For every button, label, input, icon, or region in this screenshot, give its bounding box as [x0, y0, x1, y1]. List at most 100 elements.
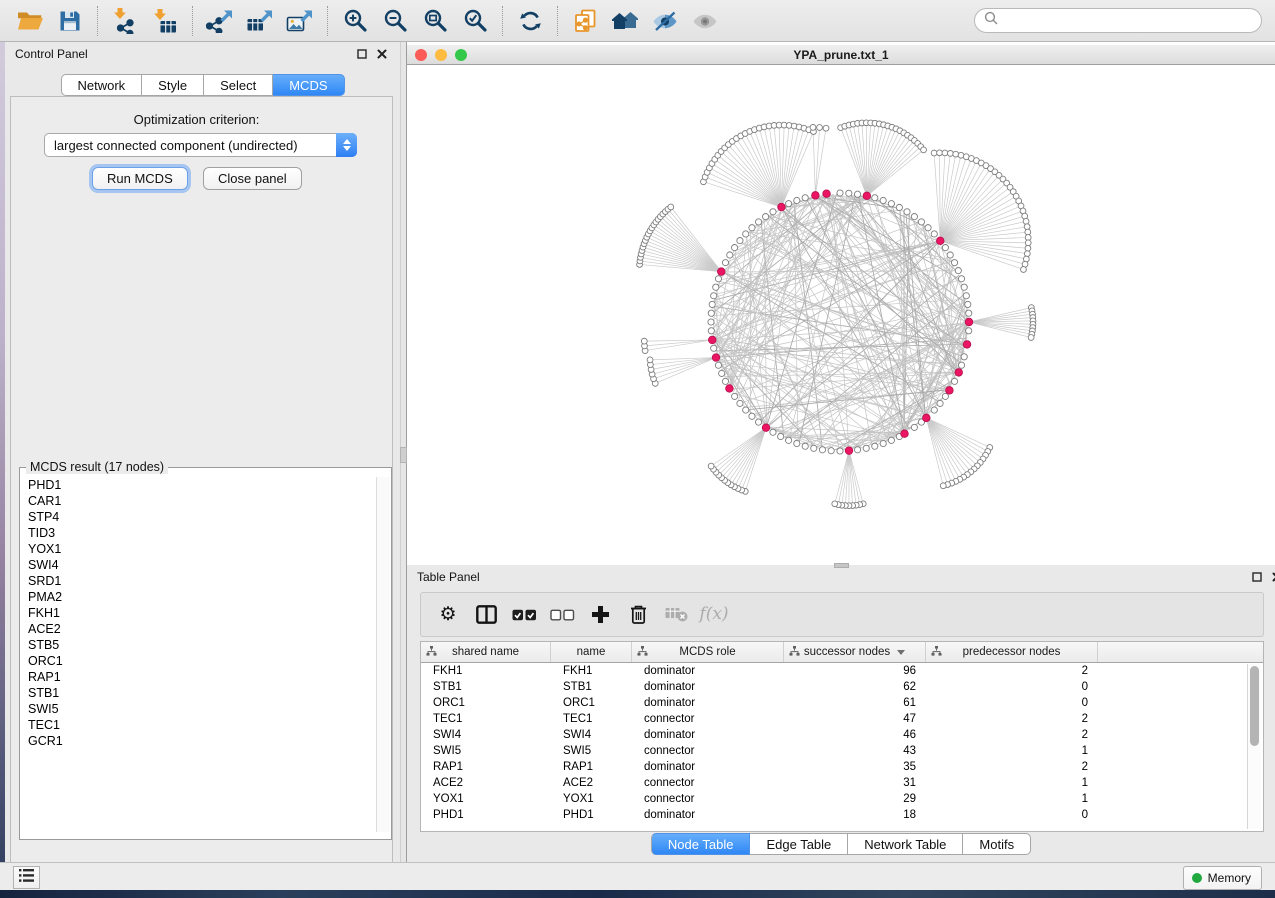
ring-node[interactable]	[794, 197, 800, 203]
ring-node[interactable]	[708, 319, 714, 325]
criterion-dropdown[interactable]: largest connected component (undirected)	[44, 133, 357, 157]
ring-node[interactable]	[715, 362, 721, 368]
node-table[interactable]: shared namenameMCDS rolesuccessor nodesp…	[420, 641, 1264, 832]
ring-node[interactable]	[828, 448, 834, 454]
show-columns-button[interactable]	[469, 598, 503, 632]
ring-node[interactable]	[837, 448, 843, 454]
ring-node[interactable]	[931, 407, 937, 413]
ring-node[interactable]	[942, 245, 948, 251]
zoom-out-button[interactable]	[375, 4, 415, 38]
ring-node[interactable]	[722, 378, 728, 384]
leaf-node[interactable]	[1025, 245, 1031, 251]
ring-node[interactable]	[947, 252, 953, 258]
ring-node[interactable]	[811, 445, 817, 451]
ring-node[interactable]	[711, 293, 717, 299]
export-table-button[interactable]	[240, 4, 280, 38]
mcds-hub-node[interactable]	[726, 385, 734, 393]
ring-node[interactable]	[955, 268, 961, 274]
ring-node[interactable]	[966, 310, 972, 316]
ring-node[interactable]	[719, 370, 725, 376]
column-header-MCDS-role[interactable]: MCDS role	[632, 642, 784, 662]
mcds-result-item[interactable]: GCR1	[21, 733, 375, 749]
leaf-node[interactable]	[647, 357, 653, 363]
table-row[interactable]: TEC1TEC1connector472	[421, 711, 1263, 727]
mcds-result-item[interactable]: YOX1	[21, 541, 375, 557]
ring-node[interactable]	[911, 214, 917, 220]
ring-node[interactable]	[732, 245, 738, 251]
leaf-node[interactable]	[1023, 218, 1029, 224]
ring-node[interactable]	[880, 440, 886, 446]
leaf-node[interactable]	[921, 147, 927, 153]
ring-node[interactable]	[966, 328, 972, 334]
export-network-button[interactable]	[200, 4, 240, 38]
column-settings-button[interactable]: ⚙	[431, 598, 465, 632]
leaf-node[interactable]	[942, 150, 948, 156]
leaf-node[interactable]	[931, 150, 937, 156]
mcds-result-item[interactable]: ORC1	[21, 653, 375, 669]
ring-node[interactable]	[896, 204, 902, 210]
add-row-button[interactable]	[583, 598, 617, 632]
ring-node[interactable]	[951, 378, 957, 384]
ring-node[interactable]	[819, 447, 825, 453]
ring-node[interactable]	[951, 260, 957, 266]
ring-node[interactable]	[888, 201, 894, 207]
table-row[interactable]: ORC1ORC1dominator610	[421, 695, 1263, 711]
leaf-node[interactable]	[708, 463, 714, 469]
clone-network-button[interactable]	[565, 4, 605, 38]
leaf-node[interactable]	[1025, 229, 1031, 235]
ring-node[interactable]	[942, 393, 948, 399]
close-panel-icon[interactable]	[1269, 569, 1275, 585]
mcds-hub-node[interactable]	[955, 369, 963, 377]
table-row[interactable]: SWI5SWI5connector431	[421, 743, 1263, 759]
ring-node[interactable]	[904, 209, 910, 215]
mcds-result-item[interactable]: SWI5	[21, 701, 375, 717]
column-header-name[interactable]: name	[551, 642, 632, 662]
refresh-network-button[interactable]	[510, 4, 550, 38]
table-row[interactable]: RAP1RAP1dominator352	[421, 759, 1263, 775]
control-tab-select[interactable]: Select	[204, 74, 273, 96]
mcds-result-item[interactable]: ACE2	[21, 621, 375, 637]
table-tab-motifs[interactable]: Motifs	[963, 833, 1031, 855]
ring-node[interactable]	[737, 237, 743, 243]
leaf-node[interactable]	[832, 501, 838, 507]
ring-node[interactable]	[918, 219, 924, 225]
memory-button[interactable]: Memory	[1183, 866, 1262, 890]
leaf-node[interactable]	[817, 125, 823, 131]
ring-node[interactable]	[786, 437, 792, 443]
task-list-button[interactable]	[13, 866, 40, 889]
ring-node[interactable]	[846, 190, 852, 196]
deselect-all-checks-button[interactable]	[545, 598, 579, 632]
ring-node[interactable]	[749, 413, 755, 419]
ring-node[interactable]	[749, 225, 755, 231]
mcds-result-item[interactable]: TID3	[21, 525, 375, 541]
ring-node[interactable]	[708, 310, 714, 316]
ring-node[interactable]	[743, 407, 749, 413]
select-all-checks-button[interactable]	[507, 598, 541, 632]
column-header-shared-name[interactable]: shared name	[421, 642, 551, 662]
control-tab-style[interactable]: Style	[142, 74, 204, 96]
mcds-hub-node[interactable]	[778, 203, 786, 211]
mcds-result-item[interactable]: SWI4	[21, 557, 375, 573]
delete-row-button[interactable]	[621, 598, 655, 632]
ring-node[interactable]	[727, 252, 733, 258]
run-mcds-button[interactable]: Run MCDS	[92, 167, 188, 190]
leaf-node[interactable]	[1024, 251, 1030, 257]
ring-node[interactable]	[770, 209, 776, 215]
ring-node[interactable]	[863, 445, 869, 451]
ring-node[interactable]	[786, 201, 792, 207]
table-row[interactable]: FKH1FKH1dominator962	[421, 663, 1263, 679]
leaf-node[interactable]	[1025, 240, 1031, 246]
mcds-result-item[interactable]: SRD1	[21, 573, 375, 589]
ring-node[interactable]	[737, 400, 743, 406]
mcds-list-scrollbar[interactable]	[376, 477, 390, 832]
search-input[interactable]	[1003, 10, 1261, 32]
table-row[interactable]: STB1STB1dominator620	[421, 679, 1263, 695]
ring-node[interactable]	[854, 191, 860, 197]
table-row[interactable]: YOX1YOX1connector291	[421, 791, 1263, 807]
close-panel-button[interactable]: Close panel	[203, 167, 302, 190]
column-header-successor-nodes[interactable]: successor nodes	[784, 642, 926, 662]
control-tab-network[interactable]: Network	[60, 74, 142, 96]
leaf-node[interactable]	[668, 204, 674, 210]
leaf-node[interactable]	[940, 483, 946, 489]
mcds-result-item[interactable]: PHD1	[21, 477, 375, 493]
